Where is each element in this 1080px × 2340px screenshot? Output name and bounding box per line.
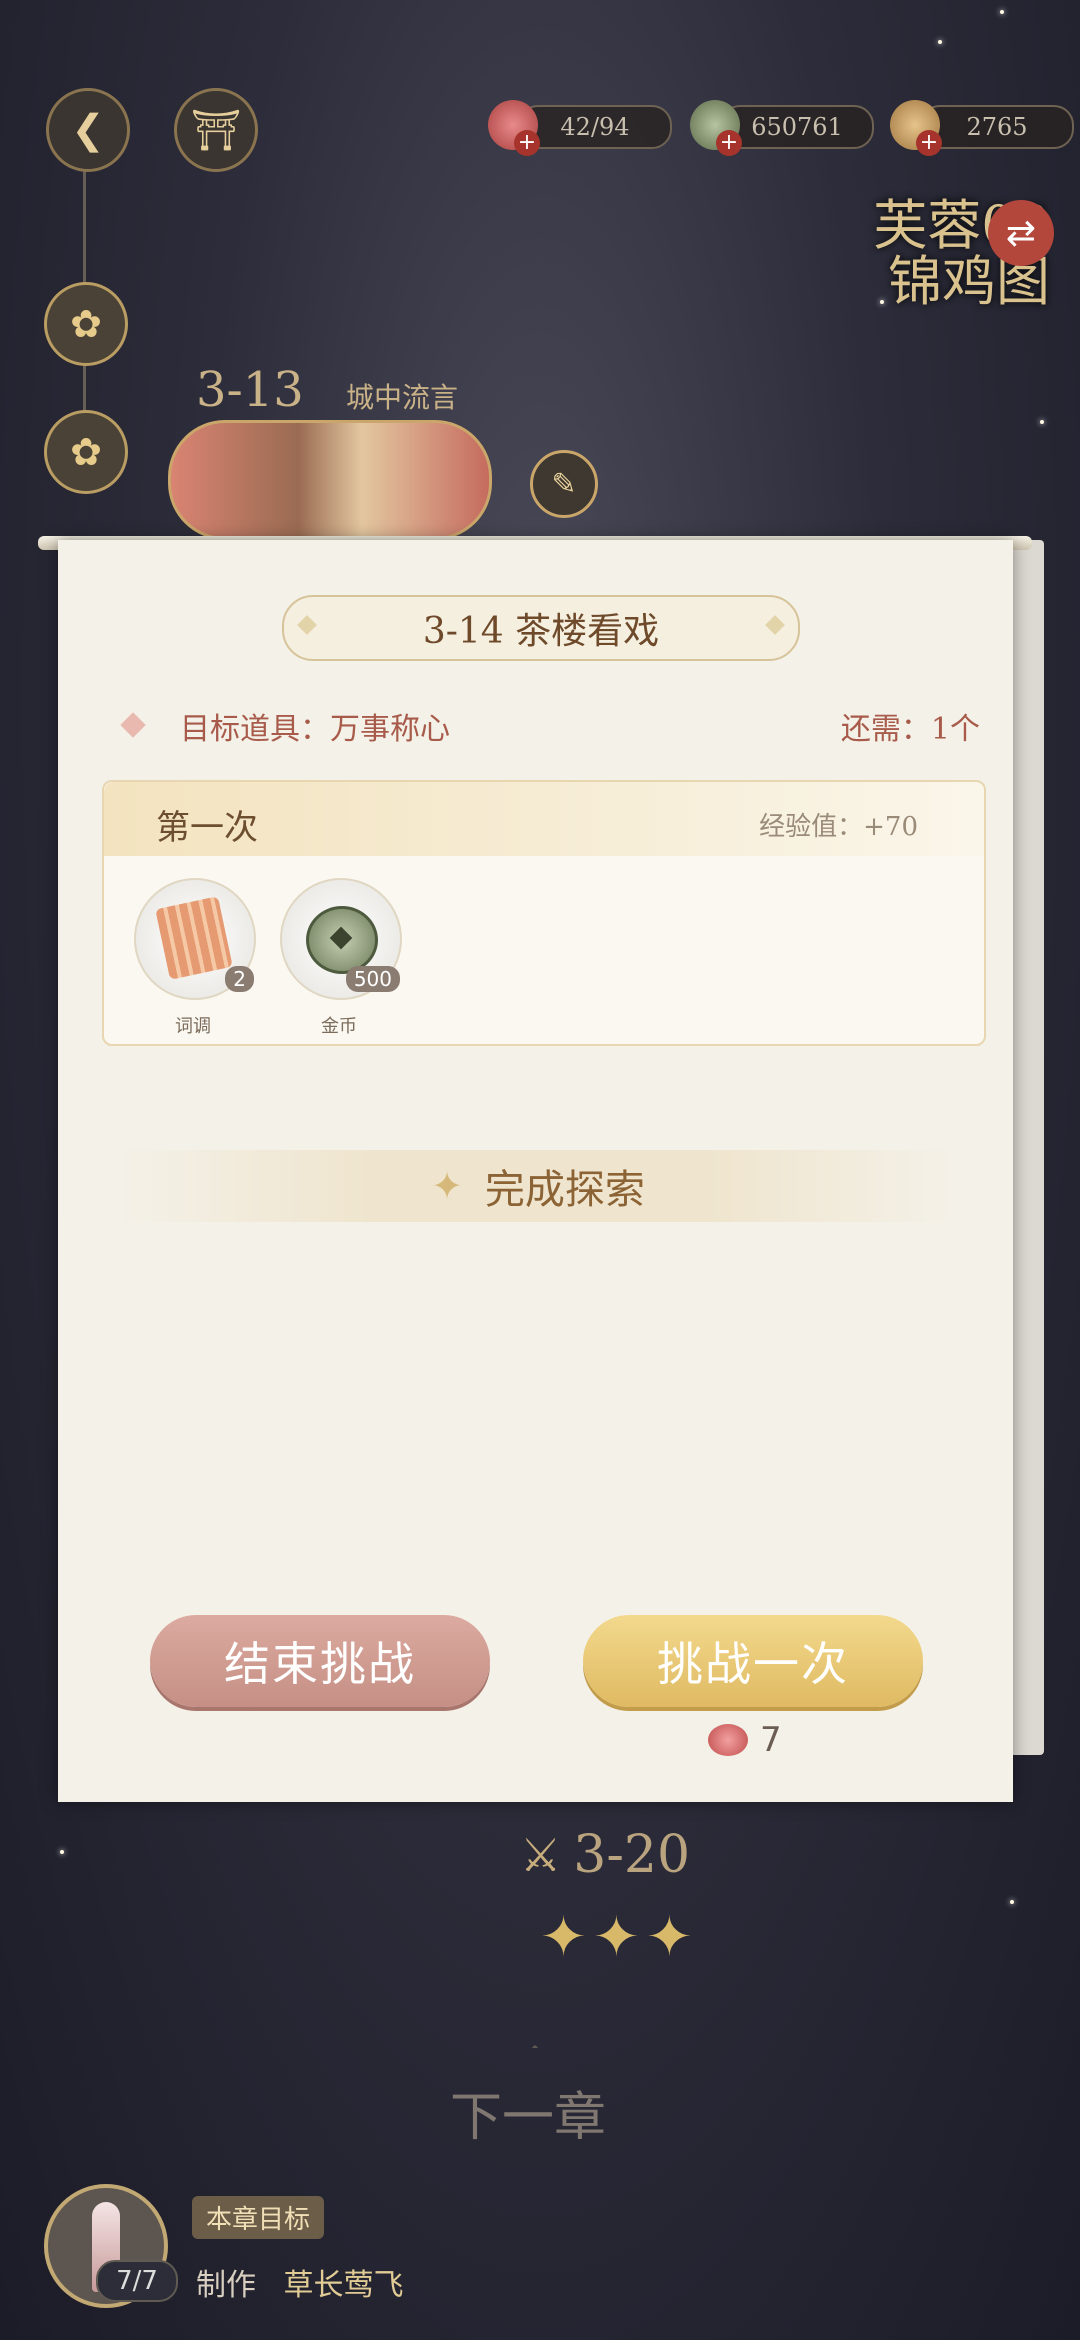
sparkle-icon: ✦ xyxy=(431,1164,463,1208)
gate-icon: ⛩ xyxy=(190,107,242,154)
stage-next-number: 3-20 xyxy=(573,1825,691,1885)
star-icon: ✦ xyxy=(645,1905,699,1970)
lotus-icon xyxy=(708,1724,748,1756)
reward-label: 词调 xyxy=(175,1016,211,1037)
target-row: 目标道具：万事称心 还需：1个 xyxy=(120,700,980,750)
goal-task-prefix: 制作 xyxy=(196,2268,256,2303)
stage-prev-number: 3-13 xyxy=(196,362,304,418)
lotus-node-1[interactable]: ✿ xyxy=(44,282,128,366)
challenge-once-button[interactable]: 挑战一次 xyxy=(583,1615,923,1707)
reward-header: 第一次 经验值：+70 xyxy=(104,782,984,856)
plus-icon[interactable]: + xyxy=(716,130,742,156)
resource-value: 650761 xyxy=(751,113,843,141)
exp-label: 经验值：+70 xyxy=(759,812,918,842)
reward-item-2[interactable]: 500 金币 xyxy=(280,878,402,1038)
dialog-title: 3-14 茶楼看戏 xyxy=(422,611,660,652)
crossed-swords-icon: ⚔ xyxy=(520,1828,562,1882)
reward-label: 金币 xyxy=(321,1016,357,1037)
resource-value: 42/94 xyxy=(560,113,630,141)
stage-prev-card[interactable] xyxy=(168,420,492,540)
back-button[interactable]: ❮ xyxy=(46,88,130,172)
goal-task: 制作 草长莺飞 xyxy=(196,2260,404,2304)
reward-count: 2 xyxy=(225,966,254,992)
need-count-label: 还需：1个 xyxy=(840,712,980,747)
goal-task-name: 草长莺飞 xyxy=(283,2268,404,2303)
coin-icon xyxy=(306,906,378,974)
goal-label: 本章目标 xyxy=(192,2196,325,2239)
stage-dialog: 3-14 茶楼看戏 目标道具：万事称心 还需：1个 第一次 经验值：+70 2 … xyxy=(58,540,1013,1802)
diamond-ornament-icon xyxy=(765,615,785,635)
plus-icon[interactable]: + xyxy=(916,130,942,156)
stage-prev-item[interactable]: ✎ xyxy=(530,450,598,518)
switch-chapter-button[interactable]: ⇄ xyxy=(988,200,1054,266)
stage-prev-name: 城中流言 xyxy=(346,381,459,414)
star-icon: ✦ xyxy=(592,1905,646,1970)
complete-text: 完成探索 xyxy=(484,1167,645,1213)
scroll-icon: ✎ xyxy=(551,466,577,502)
lotus-icon: ✿ xyxy=(70,302,102,346)
reward-count: 500 xyxy=(345,966,400,992)
resource-coin[interactable]: 650761 + xyxy=(690,100,874,156)
lotus-node-2[interactable]: ✿ xyxy=(44,410,128,494)
reward-header-title: 第一次 xyxy=(156,808,258,848)
plus-icon[interactable]: + xyxy=(514,130,540,156)
challenge-cost: 7 xyxy=(708,1720,782,1760)
reward-item-1[interactable]: 2 词调 xyxy=(134,878,256,1038)
swap-icon: ⇄ xyxy=(1005,212,1037,254)
end-challenge-label: 结束挑战 xyxy=(224,1637,416,1691)
resource-ingot[interactable]: 2765 + xyxy=(890,100,1074,156)
resource-value: 2765 xyxy=(966,113,1028,141)
resource-lotus[interactable]: 42/94 + xyxy=(488,100,672,156)
diamond-icon xyxy=(120,712,146,738)
reward-box: 第一次 经验值：+70 2 词调 500 金币 xyxy=(102,780,986,1046)
goal-progress: 7/7 xyxy=(96,2260,178,2302)
home-button[interactable]: ⛩ xyxy=(174,88,258,172)
complete-exploration-bar: ✦ 完成探索 xyxy=(118,1150,958,1222)
scroll-icon xyxy=(155,896,233,980)
star-icon: ✦ xyxy=(540,1905,593,1970)
target-item-label: 目标道具：万事称心 xyxy=(180,712,450,747)
lotus-icon: ✿ xyxy=(70,430,102,474)
next-chapter-label[interactable]: 下一章 xyxy=(450,2075,606,2150)
back-arrow-icon: ❮ xyxy=(71,107,105,153)
stage-next[interactable]: ⚔ 3-20 xyxy=(520,1825,690,1885)
stage-stars: ✦✦✦ xyxy=(540,1905,699,1970)
dialog-title-plaque: 3-14 茶楼看戏 xyxy=(282,595,800,661)
cost-value: 7 xyxy=(760,1720,782,1760)
end-challenge-button[interactable]: 结束挑战 xyxy=(150,1615,490,1707)
diamond-ornament-icon xyxy=(297,615,317,635)
challenge-once-label: 挑战一次 xyxy=(657,1637,849,1691)
